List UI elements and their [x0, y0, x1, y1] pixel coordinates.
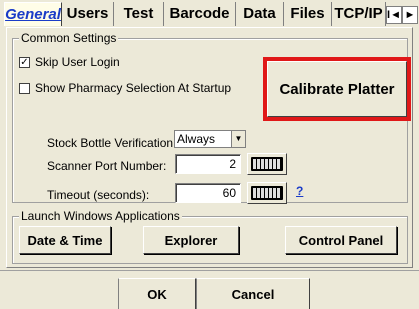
tab-strip: General Users Test Barcode Data Files TC…: [0, 0, 419, 28]
date-time-button[interactable]: Date & Time: [19, 226, 111, 254]
explorer-button[interactable]: Explorer: [143, 226, 239, 254]
tab-data[interactable]: Data: [236, 2, 284, 26]
cancel-button[interactable]: Cancel: [196, 278, 310, 309]
help-link[interactable]: ?: [296, 184, 303, 198]
tab-barcode[interactable]: Barcode: [164, 2, 236, 26]
stock-bottle-label: Stock Bottle Verification:: [47, 136, 177, 150]
common-settings-title: Common Settings: [19, 31, 119, 45]
tab-scroll-right-icon[interactable]: ►: [402, 6, 418, 24]
show-pharmacy-checkbox[interactable]: [19, 82, 30, 94]
ok-button[interactable]: OK: [118, 278, 196, 309]
skip-user-login-checkbox[interactable]: ✓: [19, 56, 30, 68]
stock-bottle-value: Always: [177, 132, 216, 146]
tab-files[interactable]: Files: [284, 2, 332, 26]
stock-bottle-select[interactable]: Always ▼: [174, 130, 246, 148]
scanner-port-input[interactable]: 2: [175, 154, 241, 174]
timeout-keyboard-button[interactable]: [247, 182, 287, 204]
keyboard-icon: [251, 157, 283, 171]
launch-apps-title: Launch Windows Applications: [19, 209, 182, 223]
control-panel-button[interactable]: Control Panel: [285, 226, 397, 254]
calibrate-highlight: Calibrate Platter: [263, 57, 411, 121]
show-pharmacy-label: Show Pharmacy Selection At Startup: [35, 81, 232, 95]
tab-general[interactable]: General: [4, 2, 62, 26]
tab-test[interactable]: Test: [114, 2, 164, 26]
timeout-label: Timeout (seconds):: [47, 188, 150, 202]
scanner-port-label: Scanner Port Number:: [47, 159, 167, 173]
general-panel: Common Settings ✓ Skip User Login Show P…: [6, 27, 413, 268]
tab-scroll-left-icon[interactable]: I◄: [386, 6, 402, 24]
tab-tcpip[interactable]: TCP/IP: [332, 2, 386, 26]
calibrate-platter-button[interactable]: Calibrate Platter: [267, 61, 407, 117]
tab-users[interactable]: Users: [62, 2, 114, 26]
skip-user-login-label: Skip User Login: [35, 55, 120, 69]
timeout-input[interactable]: 60: [175, 183, 241, 203]
common-settings-group: Common Settings ✓ Skip User Login Show P…: [12, 31, 411, 204]
show-pharmacy-row[interactable]: Show Pharmacy Selection At Startup: [19, 81, 231, 95]
launch-apps-group: Launch Windows Applications Date & Time …: [12, 209, 408, 264]
scanner-port-keyboard-button[interactable]: [247, 153, 287, 175]
skip-user-login-row[interactable]: ✓ Skip User Login: [19, 55, 120, 69]
keyboard-icon: [251, 186, 283, 200]
chevron-down-icon[interactable]: ▼: [231, 131, 245, 147]
